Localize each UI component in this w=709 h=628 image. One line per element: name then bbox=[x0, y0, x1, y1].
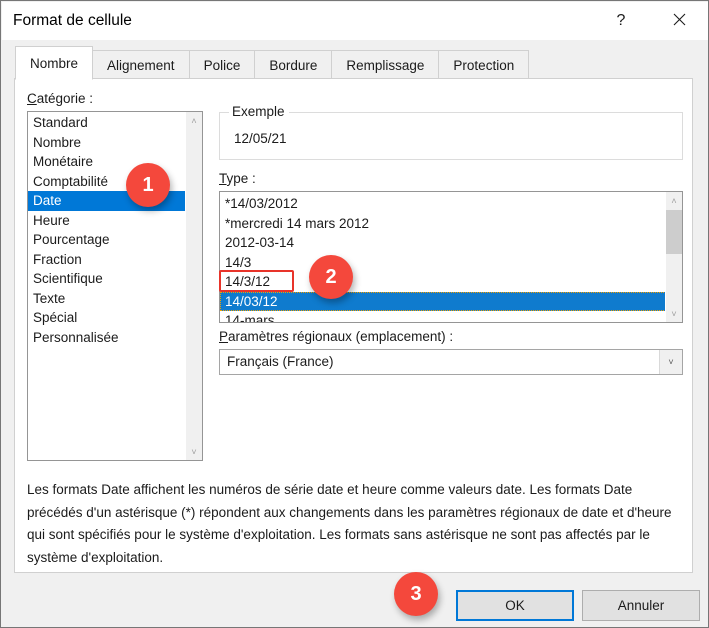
scroll-up-icon[interactable]: ˄ bbox=[666, 192, 682, 209]
tab-protection[interactable]: Protection bbox=[439, 50, 530, 79]
tab-strip: Nombre Alignement Police Bordure Remplis… bbox=[2, 40, 708, 80]
type-scrollbar[interactable]: ˄ ˅ bbox=[665, 192, 682, 322]
annotation-badge-1: 1 bbox=[126, 163, 170, 207]
question-mark-icon: ? bbox=[616, 12, 626, 29]
list-item[interactable]: Fraction bbox=[28, 250, 185, 270]
ok-button[interactable]: OK bbox=[456, 590, 574, 621]
tab-list: Nombre Alignement Police Bordure Remplis… bbox=[15, 45, 530, 80]
scroll-up-icon[interactable]: ˄ bbox=[186, 112, 202, 129]
list-item[interactable]: Spécial bbox=[28, 308, 185, 328]
scrollbar-thumb[interactable] bbox=[666, 210, 682, 254]
scroll-down-icon[interactable]: ˅ bbox=[186, 443, 202, 460]
tab-police[interactable]: Police bbox=[189, 50, 256, 79]
list-item[interactable]: 2012-03-14 bbox=[220, 233, 665, 253]
tab-bordure[interactable]: Bordure bbox=[255, 50, 333, 79]
locale-selected-value: Français (France) bbox=[227, 354, 334, 369]
type-label: Type : bbox=[219, 171, 256, 186]
list-item[interactable]: Texte bbox=[28, 289, 185, 309]
list-item[interactable]: Pourcentage bbox=[28, 230, 185, 250]
locale-combobox[interactable]: Français (France) ˅ bbox=[219, 349, 683, 375]
category-label-accel: C bbox=[27, 91, 37, 106]
type-list-items: *14/03/2012 *mercredi 14 mars 2012 2012-… bbox=[220, 192, 665, 322]
tab-remplissage[interactable]: Remplissage bbox=[332, 50, 440, 79]
list-item[interactable]: *14/03/2012 bbox=[220, 194, 665, 214]
type-listbox[interactable]: *14/03/2012 *mercredi 14 mars 2012 2012-… bbox=[219, 191, 683, 323]
list-item[interactable]: *mercredi 14 mars 2012 bbox=[220, 214, 665, 234]
format-cells-dialog: Format de cellule ? Nombre Alignement Po… bbox=[0, 0, 709, 628]
category-scrollbar[interactable]: ˄ ˅ bbox=[185, 112, 202, 460]
annotation-badge-3: 3 bbox=[394, 572, 438, 616]
list-item[interactable]: Standard bbox=[28, 113, 185, 133]
tab-alignement[interactable]: Alignement bbox=[93, 50, 190, 79]
close-icon bbox=[673, 13, 686, 29]
cancel-button[interactable]: Annuler bbox=[582, 590, 700, 621]
annotation-badge-2: 2 bbox=[309, 255, 353, 299]
type-label-accel: T bbox=[219, 171, 227, 186]
tab-nombre[interactable]: Nombre bbox=[15, 46, 94, 80]
description-text: Les formats Date affichent les numéros d… bbox=[27, 482, 672, 565]
category-listbox[interactable]: Standard Nombre Monétaire Comptabilité D… bbox=[27, 111, 203, 461]
list-item[interactable]: Heure bbox=[28, 211, 185, 231]
example-value: 12/05/21 bbox=[234, 131, 287, 146]
help-button[interactable]: ? bbox=[599, 3, 643, 39]
list-item[interactable]: Scientifique bbox=[28, 269, 185, 289]
locale-label-accel: P bbox=[219, 329, 229, 344]
close-button[interactable] bbox=[657, 3, 701, 39]
title-bar: Format de cellule ? bbox=[2, 2, 708, 40]
example-groupbox: Exemple 12/05/21 bbox=[219, 104, 683, 160]
tab-panel-nombre: Catégorie : Standard Nombre Monétaire Co… bbox=[14, 78, 693, 573]
page-title: Format de cellule bbox=[13, 12, 132, 29]
example-legend: Exemple bbox=[229, 104, 289, 119]
list-item[interactable]: Nombre bbox=[28, 133, 185, 153]
type-label-rest: ype : bbox=[226, 171, 256, 186]
locale-label-rest: aramètres régionaux (emplacement) : bbox=[228, 329, 454, 344]
category-label-rest: atégorie : bbox=[36, 91, 94, 106]
highlight-box-type-selected bbox=[219, 270, 294, 292]
list-item[interactable]: Personnalisée bbox=[28, 328, 185, 348]
list-item[interactable]: 14-mars bbox=[220, 311, 665, 322]
category-list-items: Standard Nombre Monétaire Comptabilité D… bbox=[28, 112, 185, 460]
chevron-down-icon[interactable]: ˅ bbox=[659, 350, 682, 374]
category-label: Catégorie : bbox=[27, 91, 93, 106]
scroll-down-icon[interactable]: ˅ bbox=[666, 305, 682, 322]
locale-label: Paramètres régionaux (emplacement) : bbox=[219, 329, 453, 344]
list-item-selected[interactable]: 14/03/12 bbox=[220, 291, 665, 311]
